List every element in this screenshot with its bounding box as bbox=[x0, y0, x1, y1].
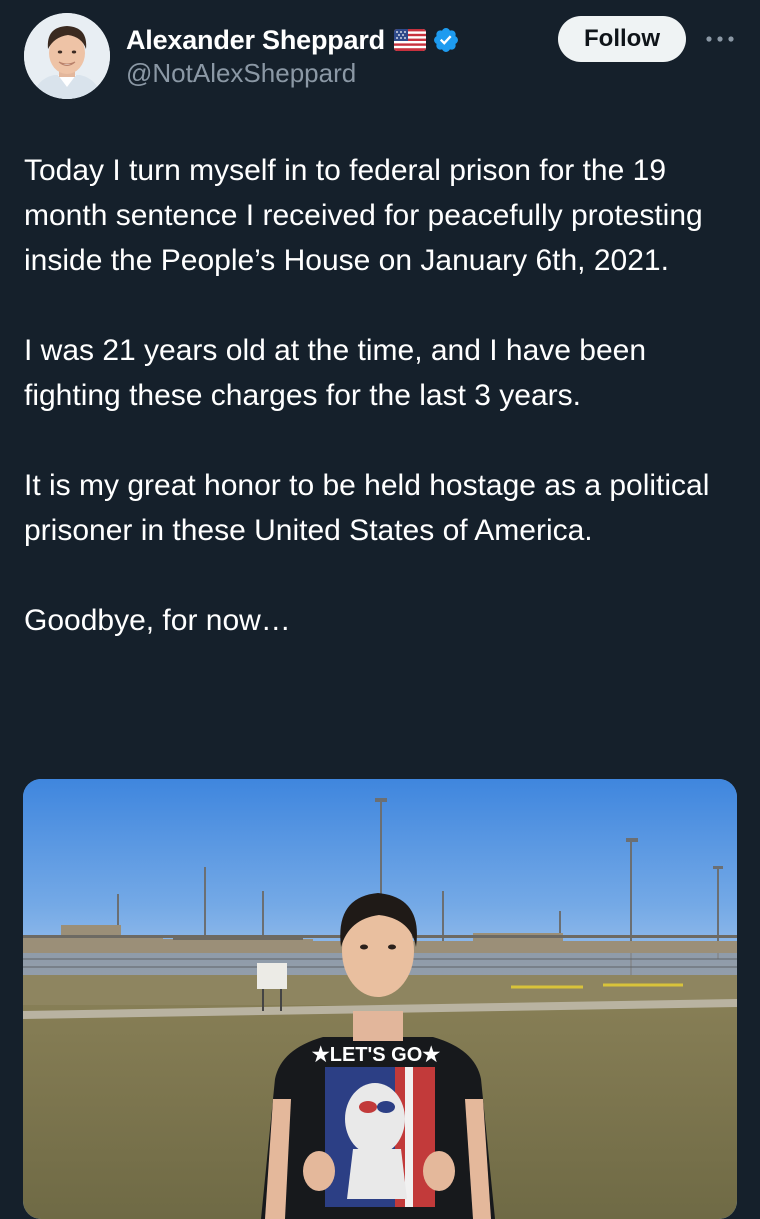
shirt-text: ★LET'S GO★ bbox=[312, 1044, 440, 1066]
tweet: Alexander Sheppard @NotAlexSheppard Foll… bbox=[0, 0, 760, 1219]
avatar[interactable] bbox=[24, 13, 110, 99]
tweet-text: Today I turn myself in to federal prison… bbox=[24, 148, 740, 688]
us-flag-icon bbox=[393, 29, 426, 51]
tweet-paragraph: Today I turn myself in to federal prison… bbox=[24, 154, 703, 277]
follow-button[interactable]: Follow bbox=[558, 16, 686, 62]
verified-badge-icon[interactable] bbox=[432, 26, 460, 54]
more-horizontal-icon[interactable] bbox=[704, 26, 736, 52]
author-display-name[interactable]: Alexander Sheppard bbox=[126, 25, 385, 56]
tweet-photo[interactable]: ★LET'S GO★ bbox=[23, 779, 737, 1219]
tweet-paragraph: I was 21 years old at the time, and I ha… bbox=[24, 334, 647, 412]
tweet-paragraph: Goodbye, for now… bbox=[24, 604, 291, 637]
author-name-row[interactable]: Alexander Sheppard bbox=[126, 22, 460, 58]
author-handle[interactable]: @NotAlexSheppard bbox=[126, 58, 356, 89]
tweet-paragraph: It is my great honor to be held hostage … bbox=[24, 469, 710, 547]
